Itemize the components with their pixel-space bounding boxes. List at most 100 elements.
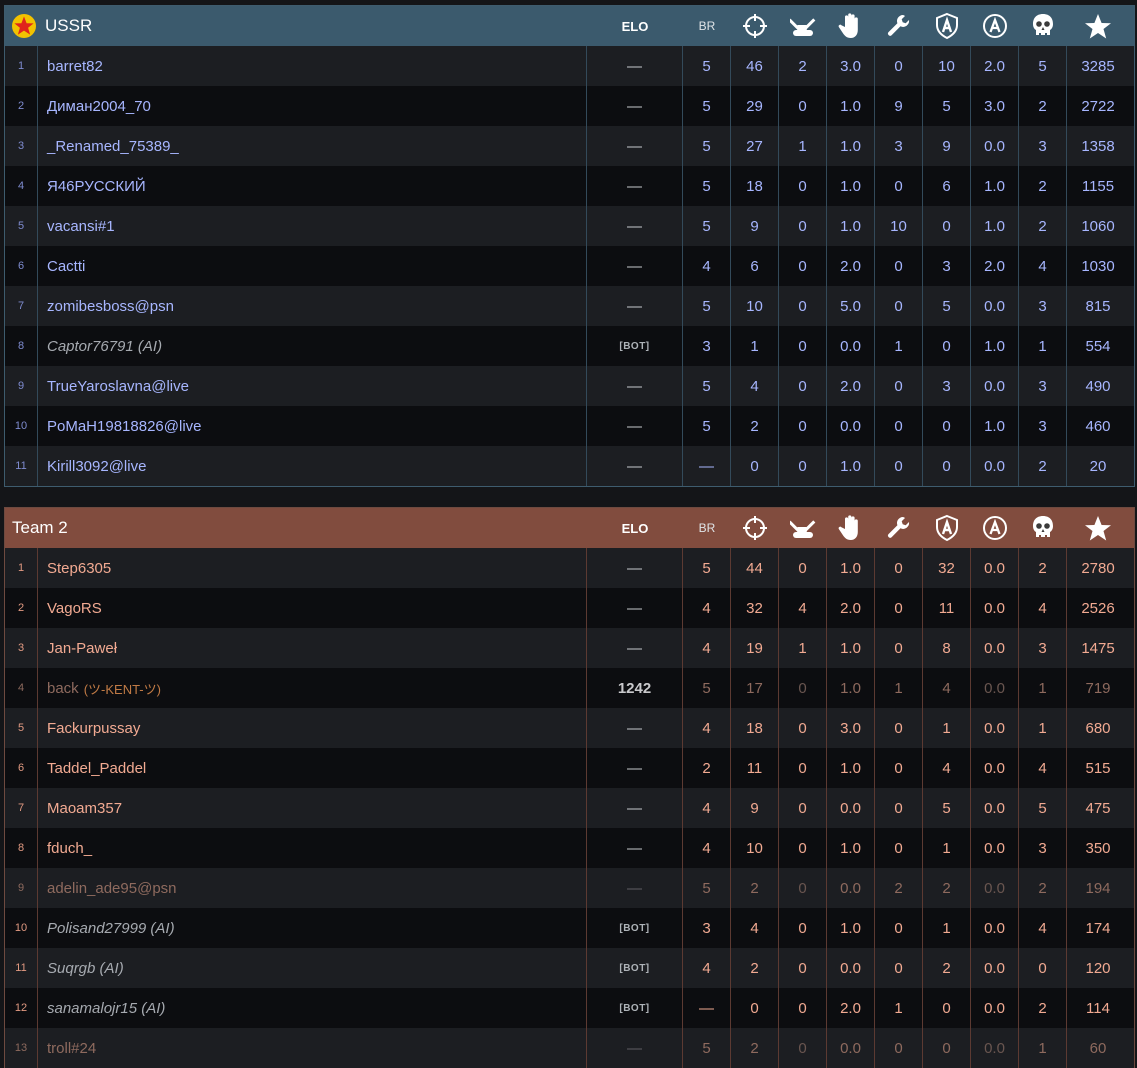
player-name[interactable]: TrueYaroslavna@live bbox=[38, 366, 587, 406]
player-row[interactable]: 2 VagoRS —4 32 4 2.0 0 11 0.0 4 2526 bbox=[5, 588, 1134, 628]
assist-icon[interactable] bbox=[827, 6, 875, 46]
player-name[interactable]: troll#24 bbox=[38, 1028, 587, 1068]
player-name[interactable]: sanamalojr15 (AI) bbox=[38, 988, 587, 1028]
player-name[interactable]: Я46РУССКИЙ bbox=[38, 166, 587, 206]
player-name-text[interactable]: Polisand27999 (AI) bbox=[47, 920, 175, 937]
player-name[interactable]: back (ツ-KENT-ツ) bbox=[38, 668, 587, 708]
ground-kills-cell: 0 bbox=[779, 868, 827, 908]
player-name[interactable]: PoMaH19818826@live bbox=[38, 406, 587, 446]
player-name[interactable]: Step6305 bbox=[38, 548, 587, 588]
player-name-text[interactable]: Я46РУССКИЙ bbox=[47, 178, 146, 195]
player-name[interactable]: Kirill3092@live bbox=[38, 446, 587, 486]
skull-icon[interactable] bbox=[1019, 508, 1067, 548]
player-row[interactable]: 9 TrueYaroslavna@live —5 4 0 2.0 0 3 0.0 3 490 bbox=[5, 366, 1134, 406]
player-name[interactable]: zomibesboss@psn bbox=[38, 286, 587, 326]
player-row[interactable]: 13 troll#24—5 2 0 0.0 0 0 0.0 1 60 bbox=[5, 1028, 1134, 1068]
br-column-header[interactable]: BR bbox=[683, 508, 731, 548]
player-name-text[interactable]: Jan-Paweł bbox=[47, 640, 117, 657]
player-row[interactable]: 12 sanamalojr15 (AI) [BOT] —0 0 2.0 1 0 0.0 2 114 bbox=[5, 988, 1134, 1028]
player-row[interactable]: 5 vacansi#1—5 9 0 1.0 10 0 1.0 2 1060 bbox=[5, 206, 1134, 246]
elo-column-header[interactable]: ELO bbox=[587, 6, 683, 46]
crosshair-icon[interactable] bbox=[731, 508, 779, 548]
player-name[interactable]: VagoRS bbox=[38, 588, 587, 628]
player-name-text[interactable]: Диман2004_70 bbox=[47, 98, 151, 115]
player-row[interactable]: 8 Captor76791 (AI) [BOT] 3 1 0 0.0 1 0 1.0 1 554 bbox=[5, 326, 1134, 366]
skull-icon[interactable] bbox=[1019, 6, 1067, 46]
player-name[interactable]: adelin_ade95@psn bbox=[38, 868, 587, 908]
player-row[interactable]: 10 Polisand27999 (AI) [BOT] 3 4 0 1.0 0 1 0.0 4 174 bbox=[5, 908, 1134, 948]
player-row[interactable]: 1 Step6305—5 44 0 1.0 0 32 0.0 2 2780 bbox=[5, 548, 1134, 588]
player-name[interactable]: _Renamed_75389_ bbox=[38, 126, 587, 166]
player-row[interactable]: 7 zomibesboss@psn —5 10 0 5.0 0 5 0.0 3 815 bbox=[5, 286, 1134, 326]
player-row[interactable]: 6 Taddel_Paddel —2 11 0 1.0 0 4 0.0 4 515 bbox=[5, 748, 1134, 788]
capture-shield-icon[interactable] bbox=[923, 6, 971, 46]
player-name-text[interactable]: Kirill3092@live bbox=[47, 458, 146, 475]
player-name-text[interactable]: Captor76791 (AI) bbox=[47, 338, 162, 355]
player-row[interactable]: 2 Диман2004_70—5 29 0 1.0 9 5 3.0 2 2722 bbox=[5, 86, 1134, 126]
elo-column-header[interactable]: ELO bbox=[587, 508, 683, 548]
ground-kill-icon[interactable] bbox=[779, 6, 827, 46]
player-name-text[interactable]: zomibesboss@psn bbox=[47, 298, 174, 315]
player-name-text[interactable]: Suqrgb (AI) bbox=[47, 960, 124, 977]
star-icon[interactable] bbox=[1067, 508, 1129, 548]
player-name[interactable]: Suqrgb (AI) bbox=[38, 948, 587, 988]
player-name-text[interactable]: TrueYaroslavna@live bbox=[47, 378, 189, 395]
player-name-text[interactable]: troll#24 bbox=[47, 1040, 96, 1057]
player-row[interactable]: 5 Fackurpussay —4 18 0 3.0 0 1 0.0 1 680 bbox=[5, 708, 1134, 748]
player-name[interactable]: Jan-Paweł bbox=[38, 628, 587, 668]
a-circle-icon[interactable] bbox=[971, 6, 1019, 46]
capture-shield-icon[interactable] bbox=[923, 508, 971, 548]
player-row[interactable]: 6 Cactti —4 6 0 2.0 0 3 2.0 4 1030 bbox=[5, 246, 1134, 286]
player-name[interactable]: Диман2004_70 bbox=[38, 86, 587, 126]
player-name-text[interactable]: vacansi#1 bbox=[47, 218, 115, 235]
br-column-header[interactable]: BR bbox=[683, 6, 731, 46]
player-row[interactable]: 11 Kirill3092@live — —0 0 1.0 0 0 0.0 2 20 bbox=[5, 446, 1134, 486]
player-name[interactable]: barret82 bbox=[38, 46, 587, 86]
deaths-cell: 3 bbox=[1019, 286, 1067, 326]
player-name[interactable]: Maoam357 bbox=[38, 788, 587, 828]
score-cell: 1155 bbox=[1081, 177, 1115, 195]
wrench-icon[interactable] bbox=[875, 6, 923, 46]
crosshair-icon[interactable] bbox=[731, 6, 779, 46]
player-row[interactable]: 4 back (ツ-KENT-ツ) 1242 5 17 0 1.0 1 4 0.0 1 719 bbox=[5, 668, 1134, 708]
player-name-text[interactable]: _Renamed_75389_ bbox=[47, 138, 179, 155]
player-name-text[interactable]: PoMaH19818826@live bbox=[47, 418, 202, 435]
ground-kills-cell: 0 bbox=[779, 1028, 827, 1068]
ground-kill-icon[interactable] bbox=[779, 508, 827, 548]
player-row[interactable]: 8 fduch_ —4 10 0 1.0 0 1 0.0 3 350 bbox=[5, 828, 1134, 868]
player-name[interactable]: Cactti bbox=[38, 246, 587, 286]
row-rank: 6 bbox=[5, 246, 38, 286]
player-row[interactable]: 9 adelin_ade95@psn —5 2 0 0.0 2 2 0.0 2 194 bbox=[5, 868, 1134, 908]
player-name-text[interactable]: Fackurpussay bbox=[47, 720, 140, 737]
player-name-text[interactable]: fduch_ bbox=[47, 840, 92, 857]
player-name[interactable]: fduch_ bbox=[38, 828, 587, 868]
air-kills-cell: 2.0 bbox=[971, 46, 1019, 86]
player-name-text[interactable]: back bbox=[47, 680, 79, 697]
player-row[interactable]: 10 PoMaH19818826@live —5 2 0 0.0 0 0 1.0 3 460 bbox=[5, 406, 1134, 446]
player-name-text[interactable]: Cactti bbox=[47, 258, 85, 275]
player-name[interactable]: Taddel_Paddel bbox=[38, 748, 587, 788]
elo-cell: — bbox=[587, 548, 683, 588]
player-name-text[interactable]: Step6305 bbox=[47, 560, 111, 577]
player-row[interactable]: 1 barret82—5 46 2 3.0 0 10 2.0 5 3285 bbox=[5, 46, 1134, 86]
player-name[interactable]: vacansi#1 bbox=[38, 206, 587, 246]
player-name-text[interactable]: Taddel_Paddel bbox=[47, 760, 146, 777]
player-name[interactable]: Polisand27999 (AI) bbox=[38, 908, 587, 948]
player-name[interactable]: Captor76791 (AI) bbox=[38, 326, 587, 366]
player-name[interactable]: Fackurpussay bbox=[38, 708, 587, 748]
player-name-text[interactable]: barret82 bbox=[47, 58, 103, 75]
player-row[interactable]: 11 Suqrgb (AI) [BOT] 4 2 0 0.0 0 2 0.0 0 120 bbox=[5, 948, 1134, 988]
player-name-text[interactable]: adelin_ade95@psn bbox=[47, 880, 177, 897]
a-circle-icon[interactable] bbox=[971, 508, 1019, 548]
row-rank: 8 bbox=[5, 326, 38, 366]
player-row[interactable]: 3 _Renamed_75389_ —5 27 1 1.0 3 9 0.0 3 1358 bbox=[5, 126, 1134, 166]
player-name-text[interactable]: VagoRS bbox=[47, 600, 102, 617]
wrench-icon[interactable] bbox=[875, 508, 923, 548]
player-name-text[interactable]: Maoam357 bbox=[47, 800, 122, 817]
assist-icon[interactable] bbox=[827, 508, 875, 548]
player-name-text[interactable]: sanamalojr15 (AI) bbox=[47, 1000, 165, 1017]
star-icon[interactable] bbox=[1067, 6, 1129, 46]
player-row[interactable]: 7 Maoam357—4 9 0 0.0 0 5 0.0 5 475 bbox=[5, 788, 1134, 828]
player-row[interactable]: 3 Jan-Paweł —4 19 1 1.0 0 8 0.0 3 1475 bbox=[5, 628, 1134, 668]
player-row[interactable]: 4 Я46РУССКИЙ —5 18 0 1.0 0 6 1.0 2 1155 bbox=[5, 166, 1134, 206]
